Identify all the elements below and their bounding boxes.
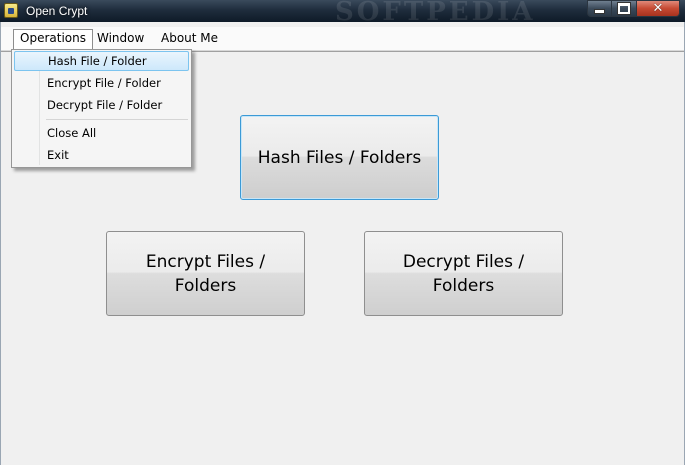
- operations-dropdown-menu: Hash File / Folder Encrypt File / Folder…: [11, 49, 192, 168]
- encrypt-files-button[interactable]: Encrypt Files / Folders: [106, 231, 305, 316]
- close-icon: ✕: [652, 1, 664, 16]
- hash-files-button[interactable]: Hash Files / Folders: [240, 115, 439, 200]
- menu-window[interactable]: Window: [91, 30, 150, 47]
- menu-bar: Operations Window About Me: [1, 27, 684, 51]
- menu-item-hash-file-folder[interactable]: Hash File / Folder: [14, 51, 189, 71]
- menu-item-close-all[interactable]: Close All: [14, 123, 189, 143]
- app-window: Open Crypt SOFTPEDIA ✕ Operations Window…: [0, 0, 685, 465]
- decrypt-files-button[interactable]: Decrypt Files / Folders: [364, 231, 563, 316]
- menu-operations[interactable]: Operations: [13, 29, 93, 49]
- menu-item-exit[interactable]: Exit: [14, 145, 189, 165]
- minimize-button[interactable]: [587, 0, 612, 17]
- menu-item-encrypt-file-folder[interactable]: Encrypt File / Folder: [14, 73, 189, 93]
- menu-item-decrypt-file-folder[interactable]: Decrypt File / Folder: [14, 95, 189, 115]
- window-controls: ✕: [587, 0, 680, 18]
- window-title: Open Crypt: [26, 4, 88, 18]
- minimize-icon: [594, 9, 605, 14]
- menu-about-me[interactable]: About Me: [155, 30, 224, 47]
- close-button[interactable]: ✕: [637, 0, 680, 17]
- app-icon[interactable]: [4, 3, 18, 18]
- maximize-icon: [617, 2, 631, 15]
- menu-separator: [46, 119, 188, 120]
- title-bar[interactable]: Open Crypt SOFTPEDIA ✕: [0, 0, 685, 27]
- maximize-button[interactable]: [612, 0, 637, 17]
